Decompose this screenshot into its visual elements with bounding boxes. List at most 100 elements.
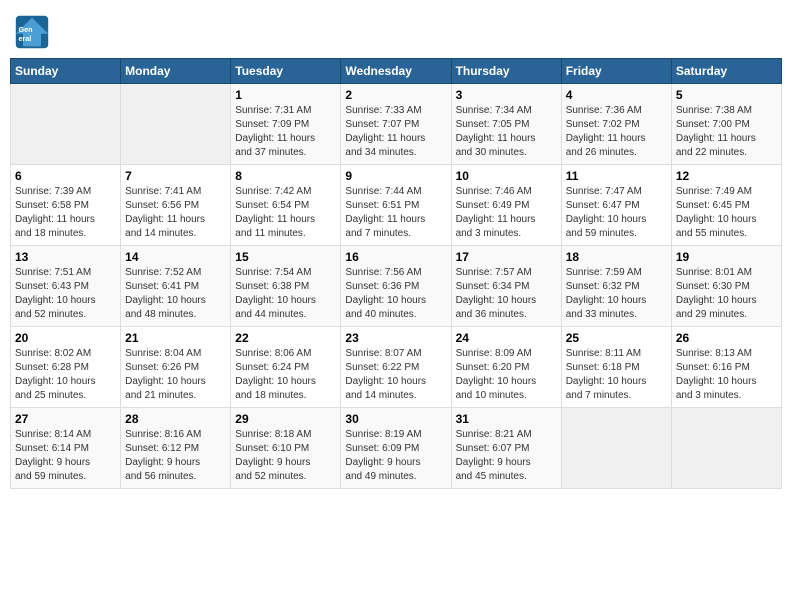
day-info: Sunrise: 8:09 AM Sunset: 6:20 PM Dayligh…	[456, 347, 557, 403]
calendar-cell: 8 Sunrise: 7:42 AM Sunset: 6:54 PM Daylig…	[231, 165, 341, 246]
day-number: 31	[456, 412, 557, 426]
calendar-cell: 11 Sunrise: 7:47 AM Sunset: 6:47 PM Dayli…	[561, 165, 671, 246]
calendar-cell: 28 Sunrise: 8:16 AM Sunset: 6:12 PM Dayli…	[121, 408, 231, 489]
calendar-cell: 5Sunrise: 7:38 AM Sunset: 7:00 PM Daylig…	[671, 84, 781, 165]
day-info: Sunrise: 7:54 AM Sunset: 6:38 PM Dayligh…	[235, 266, 336, 322]
day-number: 25	[566, 331, 667, 345]
calendar-cell: 25Sunrise: 8:11 AM Sunset: 6:18 PM Dayli…	[561, 327, 671, 408]
day-info: Sunrise: 8:19 AM Sunset: 6:09 PM Dayligh…	[345, 428, 446, 484]
day-info: Sunrise: 7:44 AM Sunset: 6:51 PM Dayligh…	[345, 185, 446, 241]
calendar-cell: 9 Sunrise: 7:44 AM Sunset: 6:51 PM Daylig…	[341, 165, 451, 246]
svg-text:eral: eral	[19, 34, 32, 43]
calendar-cell: 2Sunrise: 7:33 AM Sunset: 7:07 PM Daylig…	[341, 84, 451, 165]
day-info: Sunrise: 8:04 AM Sunset: 6:26 PM Dayligh…	[125, 347, 226, 403]
calendar-cell: 12Sunrise: 7:49 AM Sunset: 6:45 PM Dayli…	[671, 165, 781, 246]
day-number: 1	[235, 88, 336, 102]
day-number: 23	[345, 331, 446, 345]
day-number: 14	[125, 250, 226, 264]
calendar-table: SundayMondayTuesdayWednesdayThursdayFrid…	[10, 58, 782, 489]
calendar-cell: 27 Sunrise: 8:14 AM Sunset: 6:14 PM Dayli…	[11, 408, 121, 489]
header-tuesday: Tuesday	[231, 59, 341, 84]
calendar-cell: 31 Sunrise: 8:21 AM Sunset: 6:07 PM Dayli…	[451, 408, 561, 489]
day-number: 13	[15, 250, 116, 264]
day-number: 28	[125, 412, 226, 426]
day-number: 3	[456, 88, 557, 102]
svg-text:Gen: Gen	[19, 25, 33, 34]
day-info: Sunrise: 7:59 AM Sunset: 6:32 PM Dayligh…	[566, 266, 667, 322]
day-info: Sunrise: 7:34 AM Sunset: 7:05 PM Dayligh…	[456, 104, 557, 160]
day-number: 9	[345, 169, 446, 183]
calendar-cell: 29Sunrise: 8:18 AM Sunset: 6:10 PM Dayli…	[231, 408, 341, 489]
week-row-1: 1Sunrise: 7:31 AM Sunset: 7:09 PM Daylig…	[11, 84, 782, 165]
day-number: 19	[676, 250, 777, 264]
calendar-cell: 1Sunrise: 7:31 AM Sunset: 7:09 PM Daylig…	[231, 84, 341, 165]
day-number: 21	[125, 331, 226, 345]
day-info: Sunrise: 7:42 AM Sunset: 6:54 PM Dayligh…	[235, 185, 336, 241]
day-info: Sunrise: 7:33 AM Sunset: 7:07 PM Dayligh…	[345, 104, 446, 160]
day-info: Sunrise: 7:57 AM Sunset: 6:34 PM Dayligh…	[456, 266, 557, 322]
week-row-5: 27 Sunrise: 8:14 AM Sunset: 6:14 PM Dayli…	[11, 408, 782, 489]
calendar-cell: 7 Sunrise: 7:41 AM Sunset: 6:56 PM Daylig…	[121, 165, 231, 246]
day-number: 18	[566, 250, 667, 264]
day-number: 11	[566, 169, 667, 183]
header-thursday: Thursday	[451, 59, 561, 84]
calendar-cell: 30 Sunrise: 8:19 AM Sunset: 6:09 PM Dayli…	[341, 408, 451, 489]
logo-icon: Gen eral	[14, 14, 50, 50]
day-number: 17	[456, 250, 557, 264]
day-info: Sunrise: 7:41 AM Sunset: 6:56 PM Dayligh…	[125, 185, 226, 241]
week-row-4: 20 Sunrise: 8:02 AM Sunset: 6:28 PM Dayli…	[11, 327, 782, 408]
calendar-cell	[121, 84, 231, 165]
day-number: 4	[566, 88, 667, 102]
day-number: 22	[235, 331, 336, 345]
day-info: Sunrise: 8:14 AM Sunset: 6:14 PM Dayligh…	[15, 428, 116, 484]
day-number: 7	[125, 169, 226, 183]
header-wednesday: Wednesday	[341, 59, 451, 84]
logo: Gen eral	[14, 14, 54, 50]
calendar-cell	[11, 84, 121, 165]
day-info: Sunrise: 7:36 AM Sunset: 7:02 PM Dayligh…	[566, 104, 667, 160]
calendar-cell: 10 Sunrise: 7:46 AM Sunset: 6:49 PM Dayli…	[451, 165, 561, 246]
calendar-cell: 22 Sunrise: 8:06 AM Sunset: 6:24 PM Dayli…	[231, 327, 341, 408]
day-number: 30	[345, 412, 446, 426]
day-info: Sunrise: 8:16 AM Sunset: 6:12 PM Dayligh…	[125, 428, 226, 484]
day-info: Sunrise: 7:38 AM Sunset: 7:00 PM Dayligh…	[676, 104, 777, 160]
day-info: Sunrise: 8:21 AM Sunset: 6:07 PM Dayligh…	[456, 428, 557, 484]
day-info: Sunrise: 7:47 AM Sunset: 6:47 PM Dayligh…	[566, 185, 667, 241]
day-number: 15	[235, 250, 336, 264]
calendar-cell: 4 Sunrise: 7:36 AM Sunset: 7:02 PM Daylig…	[561, 84, 671, 165]
day-info: Sunrise: 8:01 AM Sunset: 6:30 PM Dayligh…	[676, 266, 777, 322]
week-row-3: 13 Sunrise: 7:51 AM Sunset: 6:43 PM Dayli…	[11, 246, 782, 327]
calendar-cell: 21 Sunrise: 8:04 AM Sunset: 6:26 PM Dayli…	[121, 327, 231, 408]
day-info: Sunrise: 8:02 AM Sunset: 6:28 PM Dayligh…	[15, 347, 116, 403]
calendar-cell: 18 Sunrise: 7:59 AM Sunset: 6:32 PM Dayli…	[561, 246, 671, 327]
calendar-header-row: SundayMondayTuesdayWednesdayThursdayFrid…	[11, 59, 782, 84]
day-info: Sunrise: 7:49 AM Sunset: 6:45 PM Dayligh…	[676, 185, 777, 241]
day-number: 24	[456, 331, 557, 345]
day-number: 8	[235, 169, 336, 183]
day-info: Sunrise: 7:56 AM Sunset: 6:36 PM Dayligh…	[345, 266, 446, 322]
day-info: Sunrise: 7:46 AM Sunset: 6:49 PM Dayligh…	[456, 185, 557, 241]
day-info: Sunrise: 8:18 AM Sunset: 6:10 PM Dayligh…	[235, 428, 336, 484]
calendar-cell	[671, 408, 781, 489]
day-number: 20	[15, 331, 116, 345]
calendar-cell: 13 Sunrise: 7:51 AM Sunset: 6:43 PM Dayli…	[11, 246, 121, 327]
day-info: Sunrise: 7:39 AM Sunset: 6:58 PM Dayligh…	[15, 185, 116, 241]
week-row-2: 6Sunrise: 7:39 AM Sunset: 6:58 PM Daylig…	[11, 165, 782, 246]
header-friday: Friday	[561, 59, 671, 84]
day-info: Sunrise: 8:06 AM Sunset: 6:24 PM Dayligh…	[235, 347, 336, 403]
day-info: Sunrise: 7:52 AM Sunset: 6:41 PM Dayligh…	[125, 266, 226, 322]
day-number: 27	[15, 412, 116, 426]
day-number: 10	[456, 169, 557, 183]
day-number: 26	[676, 331, 777, 345]
header-saturday: Saturday	[671, 59, 781, 84]
day-info: Sunrise: 7:51 AM Sunset: 6:43 PM Dayligh…	[15, 266, 116, 322]
day-info: Sunrise: 8:13 AM Sunset: 6:16 PM Dayligh…	[676, 347, 777, 403]
header-sunday: Sunday	[11, 59, 121, 84]
calendar-cell: 23Sunrise: 8:07 AM Sunset: 6:22 PM Dayli…	[341, 327, 451, 408]
day-number: 16	[345, 250, 446, 264]
header-monday: Monday	[121, 59, 231, 84]
calendar-cell: 20 Sunrise: 8:02 AM Sunset: 6:28 PM Dayli…	[11, 327, 121, 408]
calendar-cell: 15 Sunrise: 7:54 AM Sunset: 6:38 PM Dayli…	[231, 246, 341, 327]
calendar-cell: 16 Sunrise: 7:56 AM Sunset: 6:36 PM Dayli…	[341, 246, 451, 327]
page-header: Gen eral	[10, 10, 782, 50]
